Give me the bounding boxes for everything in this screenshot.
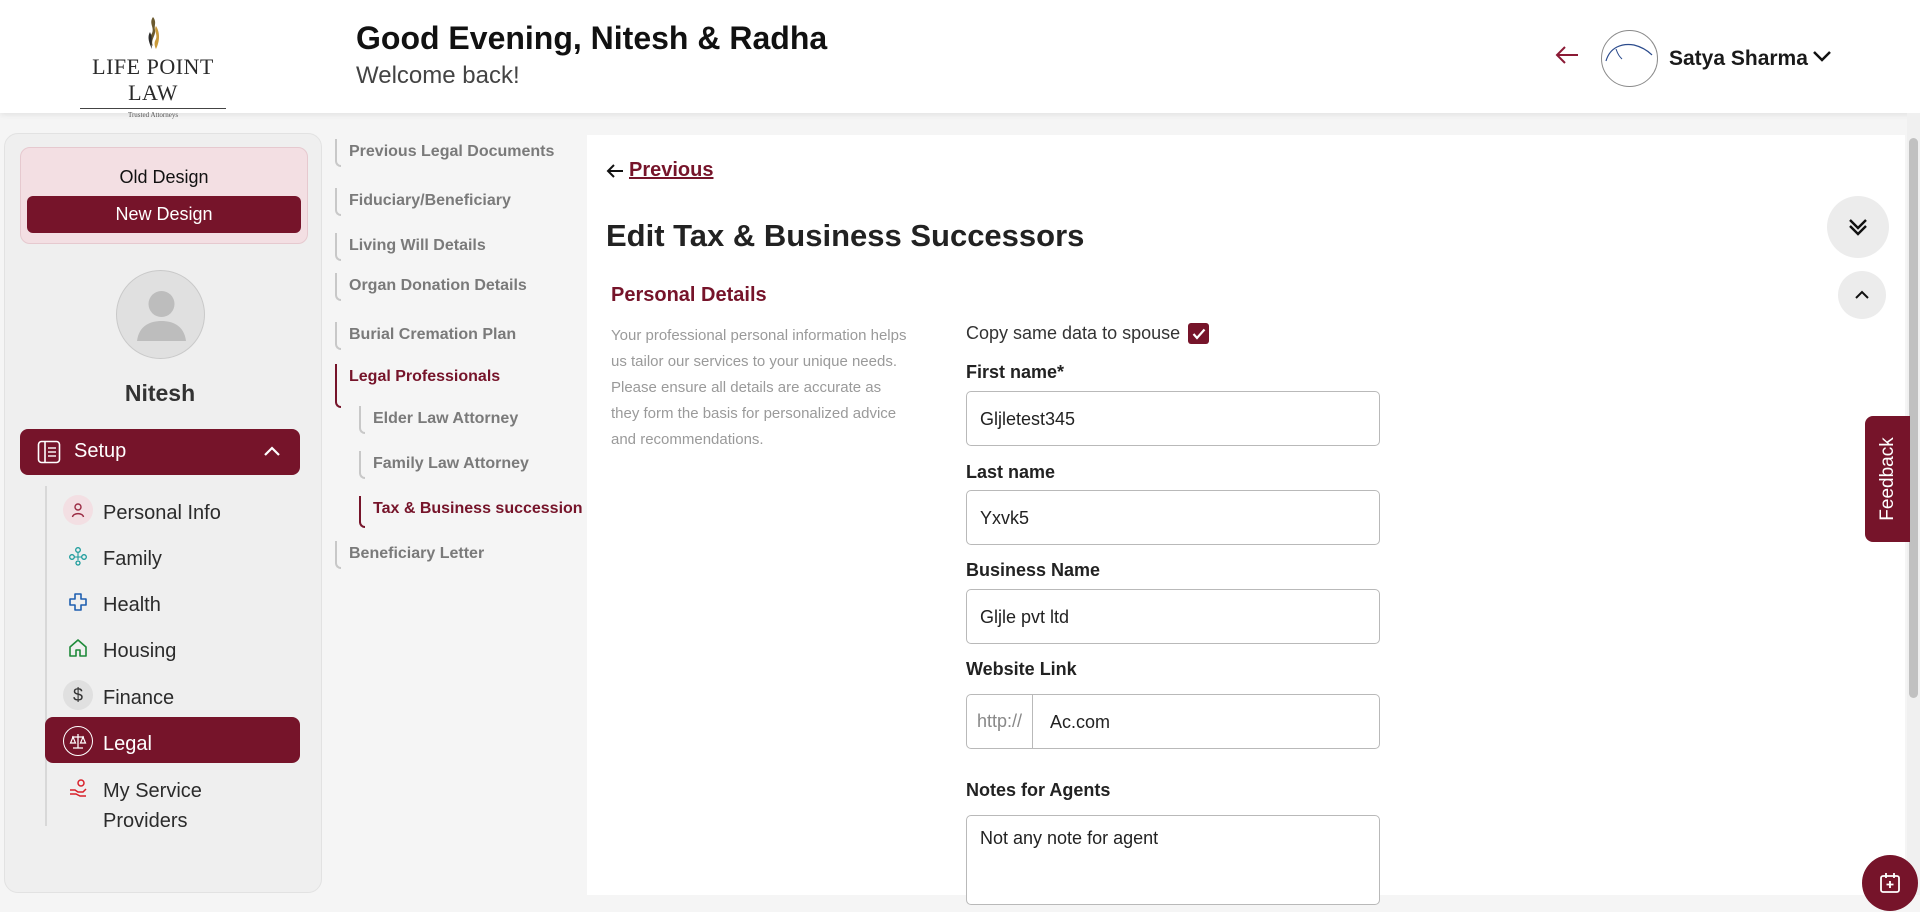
website-link-field[interactable]: http:// Ac.com xyxy=(966,694,1380,749)
website-prefix: http:// xyxy=(967,695,1033,748)
setup-toggle[interactable]: Setup xyxy=(20,429,300,475)
sidebar-item-label: Housing xyxy=(103,640,177,662)
first-name-label: First name* xyxy=(966,362,1065,382)
flame-logo-icon xyxy=(148,17,160,49)
user-silhouette-icon xyxy=(137,291,186,341)
copy-to-spouse-checkbox[interactable] xyxy=(1188,323,1210,344)
notes-value: Not any note for agent xyxy=(980,828,1159,848)
subnav-item[interactable]: Organ Donation Details xyxy=(335,273,527,301)
user-name[interactable]: Satya Sharma xyxy=(1669,47,1808,71)
avatar-sketch-icon xyxy=(1605,43,1653,62)
subnav-item[interactable]: Fiduciary/Beneficiary xyxy=(335,188,511,216)
sidebar: Old Design New Design Nitesh Setup Perso… xyxy=(4,133,322,893)
dollar-icon: $ xyxy=(63,680,93,710)
sidebar-item-finance[interactable]: $ Finance xyxy=(45,671,300,717)
checkmark-icon xyxy=(1192,328,1205,340)
last-name-value: Yxvk5 xyxy=(980,508,1030,528)
sidebar-item-housing[interactable]: Housing xyxy=(45,624,300,670)
old-design-button[interactable]: Old Design xyxy=(21,167,307,188)
last-name-label: Last name xyxy=(966,462,1056,482)
previous-label: Previous xyxy=(629,159,714,181)
user-avatar[interactable] xyxy=(1601,30,1658,87)
design-switcher: Old Design New Design xyxy=(20,147,308,244)
subnav-item[interactable]: Beneficiary Letter xyxy=(335,541,484,569)
sidebar-item-label: My Service Providers xyxy=(103,780,202,832)
family-icon xyxy=(63,541,93,571)
website-link-label: Website Link xyxy=(966,659,1077,679)
sidebar-item-my-service-providers[interactable]: My Service Providers xyxy=(45,764,300,832)
welcome-text: Welcome back! xyxy=(356,62,520,89)
sidebar-item-personal-info[interactable]: Personal Info xyxy=(45,486,300,532)
brand-name: LIFE POINT LAW xyxy=(92,54,214,105)
section-description: Your professional personal information h… xyxy=(611,327,907,448)
notes-textarea[interactable]: Not any note for agent xyxy=(966,815,1380,905)
new-design-button[interactable]: New Design xyxy=(27,196,301,233)
back-arrow-icon[interactable] xyxy=(1554,44,1580,66)
chevron-up-icon xyxy=(1855,290,1869,299)
first-name-field[interactable]: Gljletest345 xyxy=(966,391,1380,446)
calendar-add-icon xyxy=(1880,873,1900,893)
subnav-item-active[interactable]: Legal Professionals xyxy=(335,364,500,408)
notes-label: Notes for Agents xyxy=(966,780,1111,800)
copy-to-spouse-label: Copy same data to spouse xyxy=(966,323,1181,343)
subnav-subitem[interactable]: Elder Law Attorney xyxy=(359,406,518,434)
subnav-item[interactable]: Previous Legal Documents xyxy=(335,139,554,167)
section-title: Personal Details xyxy=(611,284,767,306)
brand-tagline: Trusted Attorneys xyxy=(80,108,226,119)
main-panel: Previous Edit Tax & Business Successors … xyxy=(587,135,1905,905)
hand-service-icon xyxy=(63,773,93,803)
business-name-value: Gljle pvt ltd xyxy=(980,607,1070,627)
profile-name: Nitesh xyxy=(124,380,196,406)
home-icon xyxy=(63,633,93,663)
first-name-value: Gljletest345 xyxy=(980,409,1076,429)
sidebar-item-label: Legal xyxy=(103,733,152,755)
person-icon xyxy=(63,495,93,525)
expand-all-button[interactable] xyxy=(1827,196,1889,258)
subnav-item[interactable]: Living Will Details xyxy=(335,233,486,261)
sidebar-item-health[interactable]: Health xyxy=(45,578,300,624)
chevron-up-icon xyxy=(264,446,280,456)
collapse-section-button[interactable] xyxy=(1838,271,1886,319)
chevron-down-icon[interactable] xyxy=(1812,49,1832,63)
sidebar-item-label: Family xyxy=(103,548,162,570)
sidebar-item-legal[interactable]: Legal xyxy=(45,717,300,763)
sidebar-item-family[interactable]: Family xyxy=(45,532,300,578)
business-name-field[interactable]: Gljle pvt ltd xyxy=(966,589,1380,644)
double-chevron-down-icon xyxy=(1849,219,1867,236)
health-cross-icon xyxy=(63,587,93,617)
profile-avatar[interactable] xyxy=(116,270,205,359)
sidebar-item-label: Finance xyxy=(103,687,175,709)
book-icon xyxy=(37,440,61,464)
copy-to-spouse-row: Copy same data to spouse xyxy=(966,323,1210,344)
scales-icon xyxy=(63,726,93,756)
last-name-field[interactable]: Yxvk5 xyxy=(966,490,1380,545)
subnav-subitem-active[interactable]: Tax & Business succession xyxy=(359,496,583,528)
sidebar-item-label: Health xyxy=(103,594,161,616)
brand-logo[interactable]: LIFE POINT LAW Trusted Attorneys xyxy=(68,16,238,119)
arrow-left-icon xyxy=(606,163,623,178)
business-name-label: Business Name xyxy=(966,560,1101,580)
top-header: LIFE POINT LAW Trusted Attorneys Good Ev… xyxy=(0,0,1920,119)
feedback-tab[interactable]: Feedback xyxy=(1865,416,1910,542)
greeting-title: Good Evening, Nitesh & Radha xyxy=(356,20,828,56)
subnav-subitem[interactable]: Family Law Attorney xyxy=(359,451,529,479)
calendar-fab-button[interactable] xyxy=(1862,855,1918,911)
website-value: Ac.com xyxy=(1050,712,1111,732)
feedback-label: Feedback xyxy=(1876,437,1898,521)
previous-link[interactable]: Previous xyxy=(605,159,713,182)
setup-label: Setup xyxy=(74,440,127,462)
page-title: Edit Tax & Business Successors xyxy=(606,218,1085,253)
scrollbar-thumb[interactable] xyxy=(1909,138,1918,698)
subnav-item[interactable]: Burial Cremation Plan xyxy=(335,322,516,350)
sidebar-item-label: Personal Info xyxy=(103,502,221,524)
